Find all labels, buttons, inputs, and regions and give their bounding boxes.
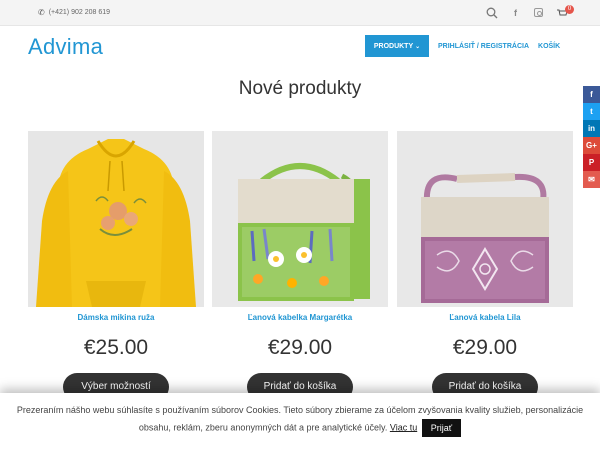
page-title: Nové produkty <box>238 78 362 99</box>
cookie-text: Prezeraním nášho webu súhlasíte s použív… <box>16 405 584 433</box>
product-card: Ľanová kabela Lila €29.00 Pridať do koší… <box>397 131 573 401</box>
cookie-accept-button[interactable]: Prijať <box>421 419 462 437</box>
nav-item-cart[interactable]: KOŠÍK <box>538 43 560 50</box>
product-card: Ľanová kabelka Margarétka €29.00 Pridať … <box>212 131 388 401</box>
product-name[interactable]: Dámska mikina ruža <box>28 313 204 322</box>
linkedin-share-icon[interactable]: in <box>583 120 600 137</box>
site-logo[interactable]: Advima <box>28 34 103 60</box>
share-glyph: f <box>590 90 593 99</box>
cookie-more-link[interactable]: Viac tu <box>390 422 417 432</box>
product-price: €29.00 <box>267 336 333 359</box>
yellow-hoodie-image <box>28 131 204 307</box>
cookie-banner: Prezeraním nášho webu súhlasíte s použív… <box>0 393 600 450</box>
nav-item-produkty[interactable]: PRODUKTY ⌄ <box>365 35 429 57</box>
share-glyph: P <box>588 158 595 167</box>
facebook-share-icon[interactable]: f <box>583 86 600 103</box>
top-bar: ✆ (+421) 902 208 619 f 0 <box>0 0 600 26</box>
search-icon[interactable] <box>486 7 498 19</box>
share-glyph: t <box>590 107 593 116</box>
email-share-icon[interactable]: ✉ <box>583 171 600 188</box>
nav-item-login[interactable]: PRIHLÁSIŤ / REGISTRÁCIA <box>438 43 529 50</box>
phone-number: (+421) 902 208 619 <box>48 9 111 16</box>
pinterest-share-icon[interactable]: P <box>583 154 600 171</box>
product-image[interactable] <box>397 131 573 307</box>
facebook-icon[interactable]: f <box>514 8 517 18</box>
share-glyph: ✉ <box>588 175 595 184</box>
linen-bag-lila-image <box>397 131 573 307</box>
site-header: Advima PRODUKTY ⌄ PRIHLÁSIŤ / REGISTRÁCI… <box>0 26 600 70</box>
share-glyph: G+ <box>586 141 597 150</box>
phone-icon: ✆ <box>38 8 45 17</box>
product-price: €29.00 <box>452 336 518 359</box>
twitter-share-icon[interactable]: t <box>583 103 600 120</box>
google-plus-share-icon[interactable]: G+ <box>583 137 600 154</box>
linen-bag-margaretka-image <box>212 131 388 307</box>
product-name[interactable]: Ľanová kabela Lila <box>397 313 573 322</box>
product-card: Dámska mikina ruža €25.00 Výber možností <box>28 131 204 401</box>
share-glyph: in <box>587 124 596 133</box>
nav-item-label: PRODUKTY <box>373 42 414 50</box>
product-name[interactable]: Ľanová kabelka Margarétka <box>212 313 388 322</box>
main-nav: PRODUKTY ⌄ PRIHLÁSIŤ / REGISTRÁCIA KOŠÍK <box>365 35 560 57</box>
instagram-icon[interactable] <box>534 8 543 17</box>
product-image[interactable] <box>212 131 388 307</box>
product-price: €25.00 <box>83 336 149 359</box>
chevron-down-icon: ⌄ <box>415 43 421 50</box>
product-image[interactable] <box>28 131 204 307</box>
cart-count-badge: 0 <box>565 5 574 14</box>
phone-contact[interactable]: ✆ (+421) 902 208 619 <box>38 8 110 17</box>
